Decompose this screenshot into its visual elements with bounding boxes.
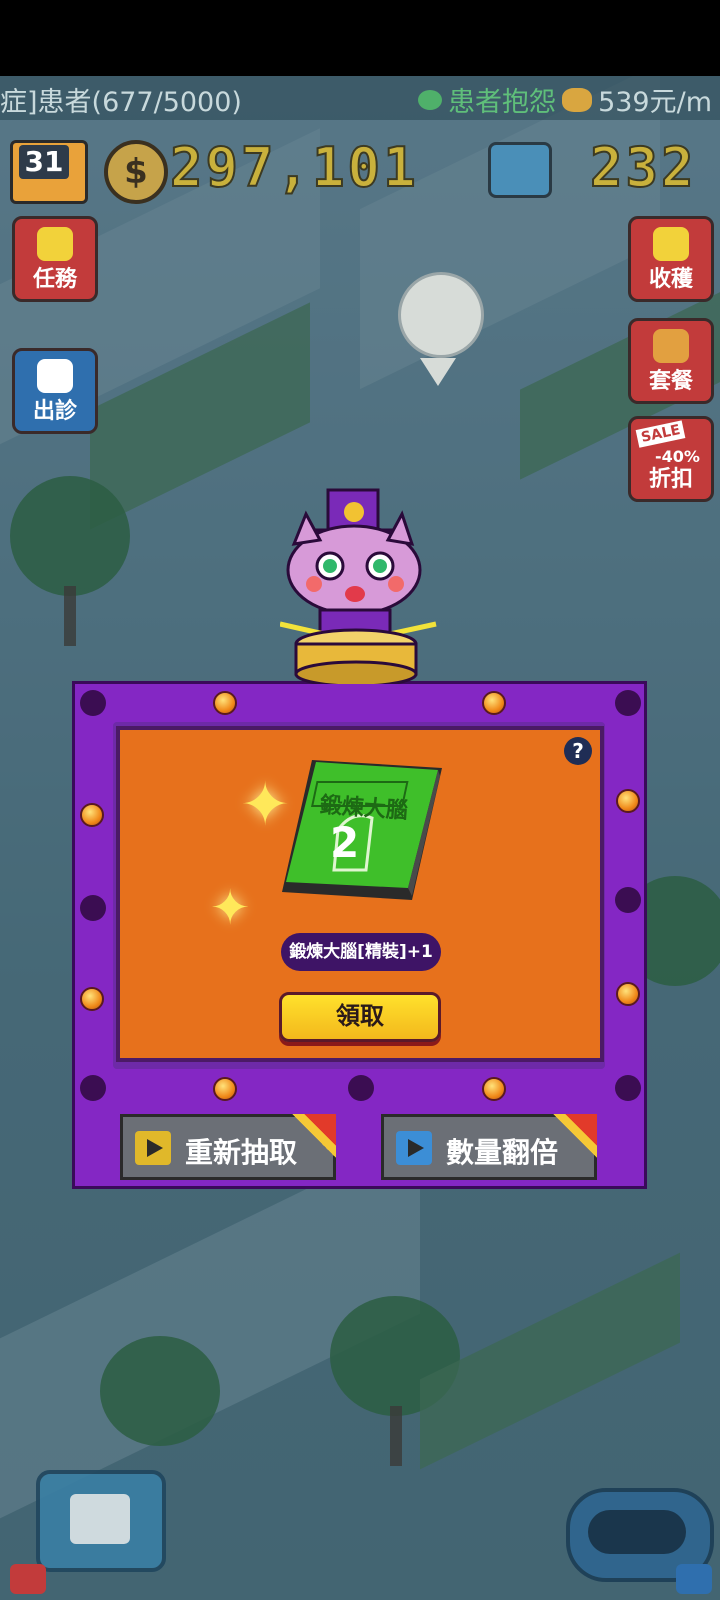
harvest-label: 收穫	[648, 267, 693, 292]
list-icon	[70, 1494, 130, 1544]
ribbon-corner-icon	[553, 1114, 597, 1158]
harvest-button[interactable]: 收穫	[628, 216, 714, 302]
reroll-button[interactable]: 重新抽取	[120, 1114, 336, 1180]
pod-screen-icon	[588, 1510, 686, 1554]
day-number: 31	[19, 145, 69, 179]
video-play-icon	[135, 1131, 171, 1165]
task-button[interactable]: 任務	[12, 216, 98, 302]
frame-dot	[348, 1075, 374, 1101]
combo-button[interactable]: 套餐	[628, 318, 714, 404]
frame-dot	[80, 690, 106, 716]
double-label: 數量翻倍	[446, 1136, 559, 1169]
chat-bubble-icon	[418, 89, 443, 110]
combo-label: 套餐	[648, 369, 693, 394]
sparkle-icon: ✦	[240, 770, 291, 840]
bottom-right-bolt-icon[interactable]	[676, 1564, 712, 1594]
lightbulb-icon	[37, 227, 73, 261]
calendar-button[interactable]: 31	[10, 140, 88, 204]
double-button[interactable]: 數量翻倍	[381, 1114, 597, 1180]
ribbon-corner-icon	[292, 1114, 336, 1158]
discount-label: 折扣	[648, 467, 693, 492]
bottom-left-tag-icon[interactable]	[10, 1564, 46, 1594]
frame-bulb	[213, 691, 237, 715]
frame-bulb	[213, 1077, 237, 1101]
top-info-bar: 症]患者(677/5000) 患者抱怨 539元/m	[0, 76, 720, 120]
claim-button[interactable]: 領取	[279, 992, 441, 1042]
coin-icon: $	[104, 140, 168, 204]
status-bar	[0, 0, 720, 76]
frame-dot	[80, 1075, 106, 1101]
patient-count[interactable]: 症]患者(677/5000)	[0, 80, 242, 119]
frame-bulb	[482, 691, 506, 715]
frame-bulb	[616, 982, 640, 1006]
complaints-link[interactable]: 患者抱怨	[448, 80, 556, 119]
task-label: 任務	[32, 267, 77, 292]
book-number: 2	[330, 818, 360, 867]
sparkle-icon: ✦	[210, 880, 251, 936]
piggy-bank-icon	[562, 87, 593, 112]
frame-dot	[615, 1075, 641, 1101]
menu-tv-button[interactable]	[36, 1470, 166, 1572]
frame-dot	[615, 887, 641, 913]
skill-book-icon	[282, 760, 442, 900]
ambulance-icon	[37, 359, 73, 393]
tv-plus-icon[interactable]	[488, 142, 552, 198]
reward-label: 鍛煉大腦[精裝]+1	[281, 933, 441, 971]
house-call-label: 出診	[32, 399, 77, 424]
burger-icon	[653, 329, 689, 363]
income-rate: 539元/m	[598, 87, 712, 118]
discount-button[interactable]: SALE -40% 折扣	[628, 416, 714, 502]
frame-dot	[80, 895, 106, 921]
top-right-info: 患者抱怨 539元/m	[418, 80, 712, 119]
reroll-label: 重新抽取	[185, 1136, 298, 1169]
frame-dot	[615, 690, 641, 716]
frame-bulb	[80, 803, 104, 827]
money-amount: 297,101	[169, 135, 419, 200]
cat-mascot-drummer	[280, 488, 437, 684]
harvest-icon	[653, 227, 689, 261]
video-play-icon	[396, 1131, 432, 1165]
sale-tag-icon: SALE	[635, 420, 686, 448]
house-call-button[interactable]: 出診	[12, 348, 98, 434]
help-button[interactable]: ?	[564, 737, 592, 765]
frame-bulb	[616, 789, 640, 813]
frame-bulb	[482, 1077, 506, 1101]
frame-bulb	[80, 987, 104, 1011]
gem-amount: 232	[589, 135, 697, 200]
patient-avatar	[398, 272, 484, 358]
patient-location-pin[interactable]	[398, 272, 484, 386]
